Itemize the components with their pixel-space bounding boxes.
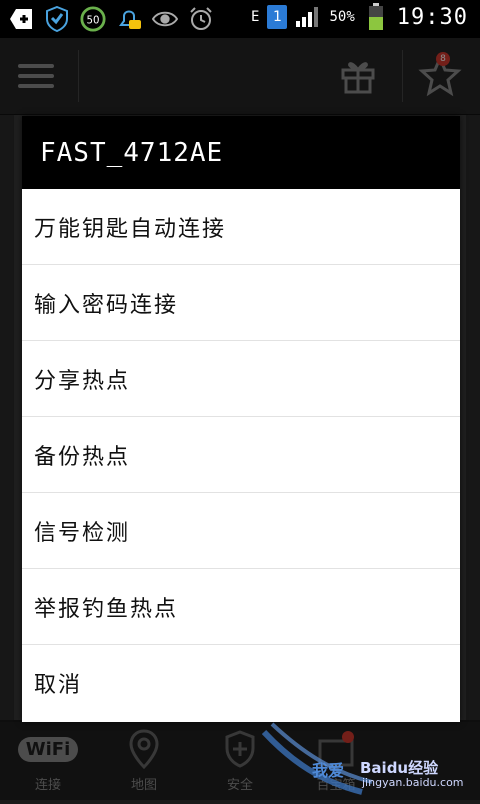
watermark-url: jingyan.baidu.com <box>362 776 464 789</box>
shield-icon <box>44 6 70 32</box>
clock: 19:30 <box>396 4 468 30</box>
status-bar: 50 E 1 50% 19:30 <box>0 0 480 38</box>
system-icons: E 1 50% 19:30 <box>251 3 468 30</box>
option-backup-hotspot[interactable]: 备份热点 <box>22 417 460 493</box>
battery-percent: 50% <box>329 9 355 25</box>
option-auto-connect[interactable]: 万能钥匙自动连接 <box>22 189 460 265</box>
sim-slot: 1 <box>273 9 282 25</box>
eye-icon <box>152 6 178 32</box>
signal-icon <box>295 4 321 30</box>
data-usage-value: 50 <box>87 16 100 27</box>
watermark-prefix: 我爱 <box>312 761 345 780</box>
dialog-title: FAST_4712AE <box>22 116 460 189</box>
context-menu-dialog: FAST_4712AE 万能钥匙自动连接 输入密码连接 分享热点 备份热点 信号… <box>22 116 460 722</box>
add-icon <box>8 6 34 32</box>
data-usage-icon: 50 <box>80 6 106 32</box>
notification-icons: 50 <box>8 6 214 32</box>
sim-icon: 1 <box>267 5 288 29</box>
option-cancel[interactable]: 取消 <box>22 645 460 720</box>
option-report-phishing[interactable]: 举报钓鱼热点 <box>22 569 460 645</box>
alarm-icon <box>188 6 214 32</box>
network-type: E <box>251 9 260 25</box>
watermark-brand: Baidu经验 <box>360 759 439 777</box>
option-signal-test[interactable]: 信号检测 <box>22 493 460 569</box>
option-share-hotspot[interactable]: 分享热点 <box>22 341 460 417</box>
chat-icon <box>116 6 142 32</box>
option-password-connect[interactable]: 输入密码连接 <box>22 265 460 341</box>
battery-icon <box>363 3 389 30</box>
